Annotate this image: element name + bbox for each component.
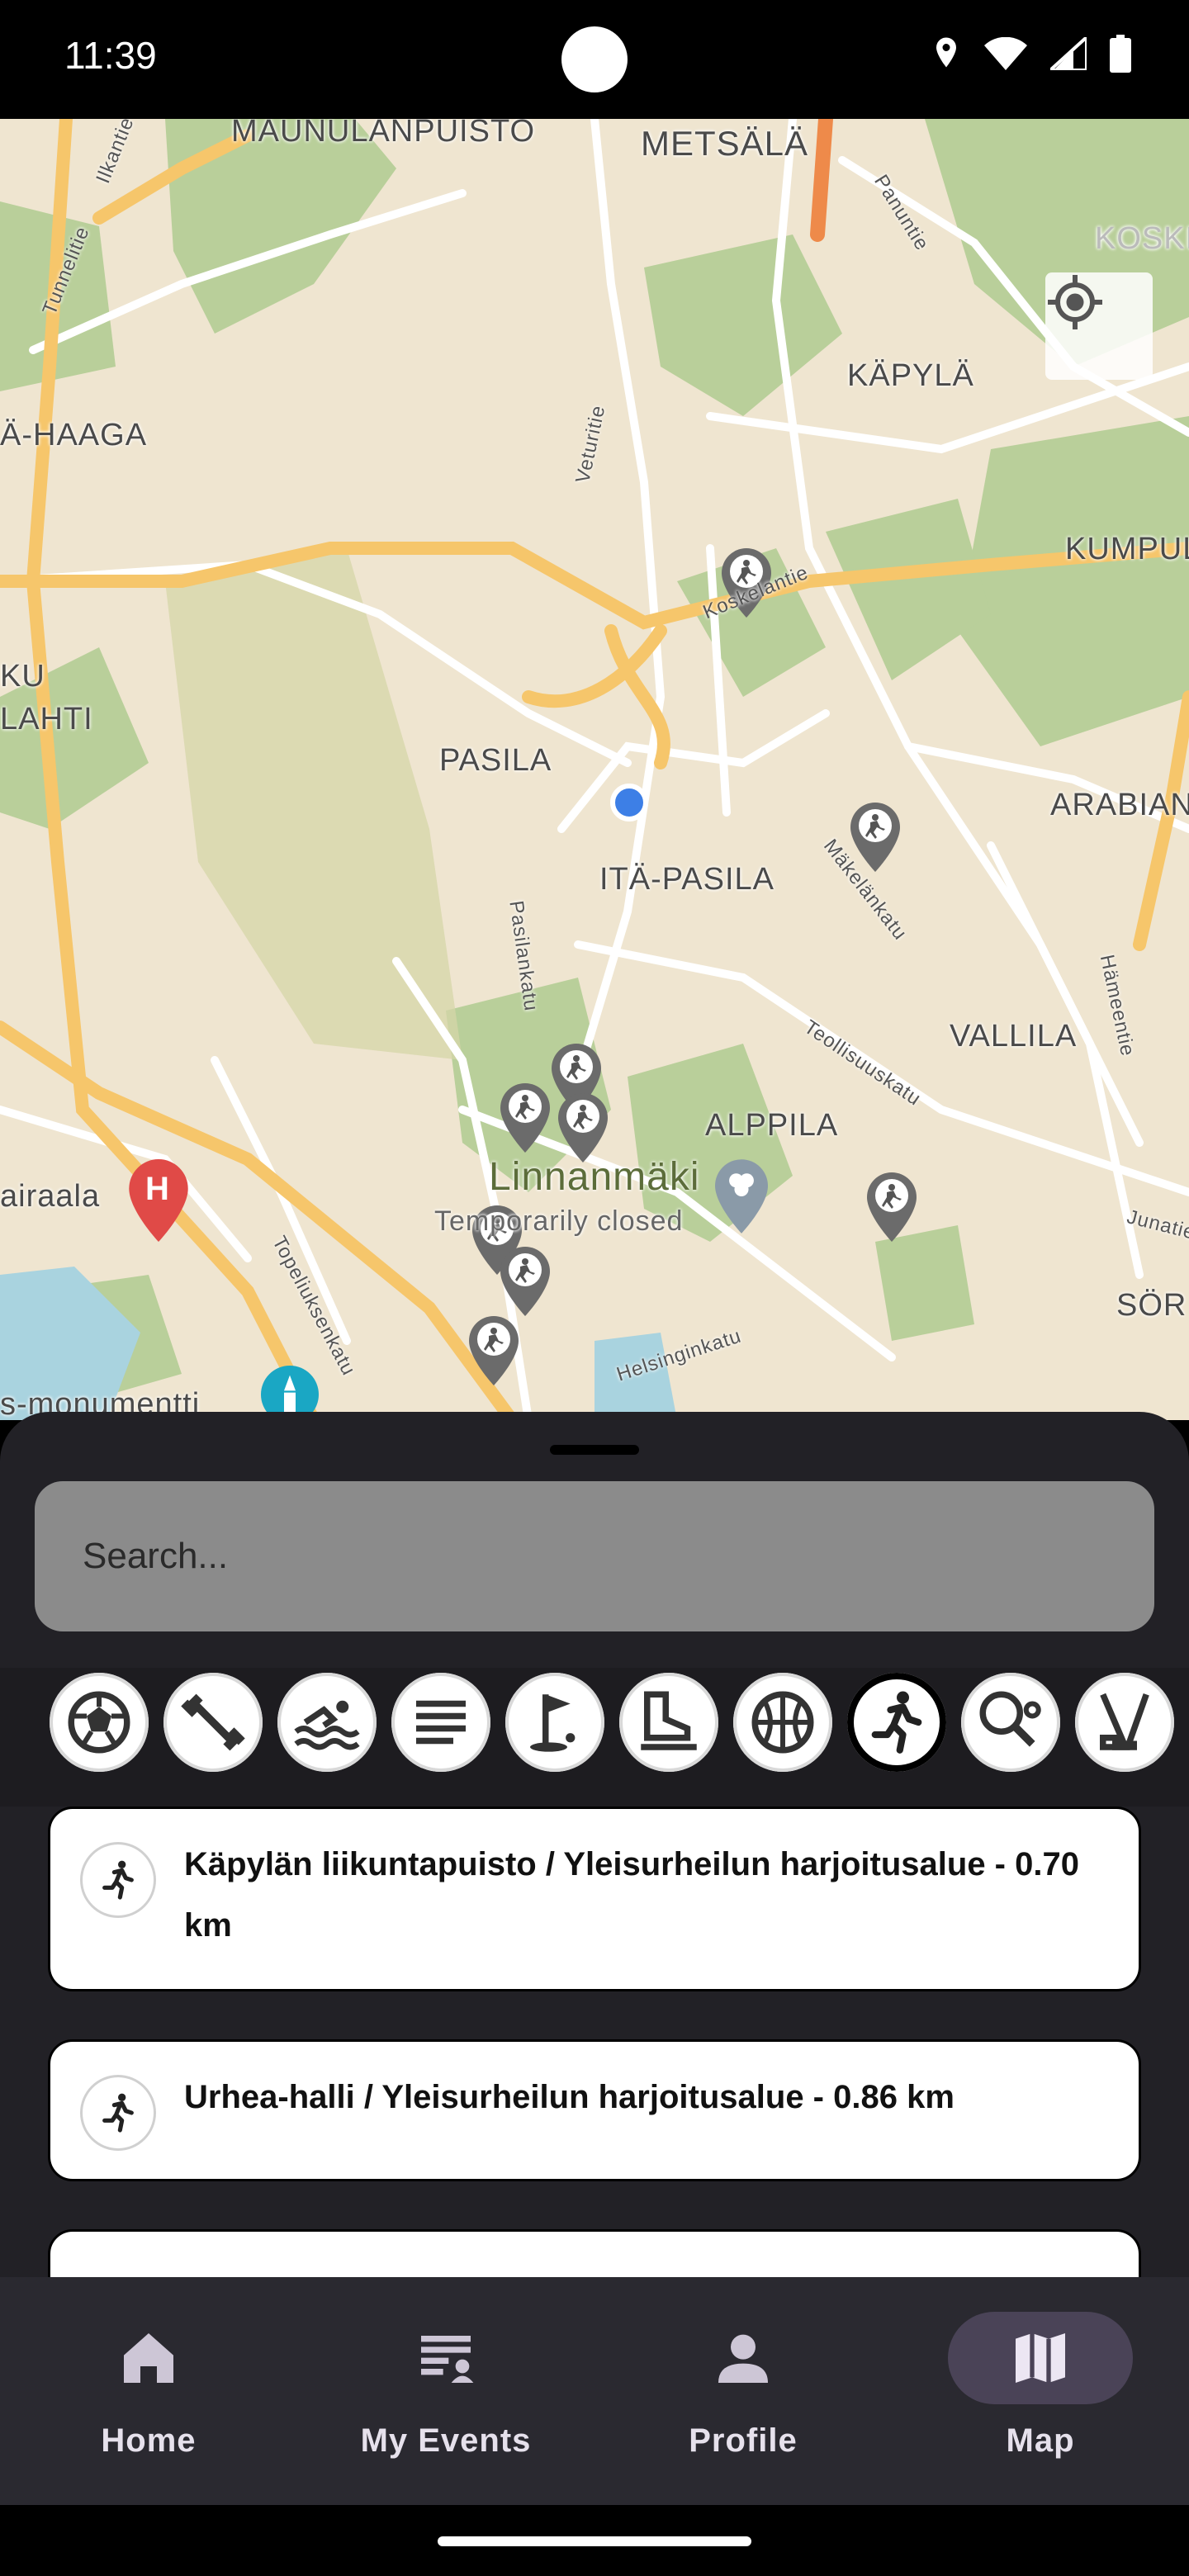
wifi-icon xyxy=(984,37,1027,70)
status-icons xyxy=(931,35,1131,73)
nav-profile[interactable]: Profile xyxy=(594,2277,892,2505)
sheet-drag-handle[interactable] xyxy=(550,1445,639,1455)
status-time: 11:39 xyxy=(64,34,157,77)
my-location-button[interactable] xyxy=(1045,272,1153,380)
label-maunulanpuisto: MAUNULANPUISTO xyxy=(231,119,536,149)
hospital-letter: H xyxy=(145,1171,169,1207)
category-running[interactable] xyxy=(847,1673,946,1772)
central-park xyxy=(165,548,462,1060)
nav-my-events[interactable]: My Events xyxy=(297,2277,594,2505)
nav-my-events-pill xyxy=(353,2312,538,2404)
map-icon xyxy=(1016,2333,1065,2383)
dumbbell-icon xyxy=(181,1693,245,1751)
category-hockey[interactable] xyxy=(1075,1673,1174,1772)
label-haaga: Ä-HAAGA xyxy=(0,418,148,452)
tennis-racket-icon xyxy=(979,1691,1041,1747)
label-pasila: PASILA xyxy=(439,743,552,778)
home-indicator[interactable] xyxy=(438,2536,751,2546)
bottom-sheet[interactable]: Search... Käpylän liikuntapuisto / Yleis… xyxy=(0,1412,1189,2279)
nav-my-events-label: My Events xyxy=(360,2422,532,2459)
label-kapyla: KÄPYLÄ xyxy=(847,358,974,393)
label-ita-pasila: ITÄ-PASILA xyxy=(599,862,775,897)
person-icon xyxy=(718,2334,768,2383)
soccer-ball-icon xyxy=(68,1691,130,1754)
home-icon xyxy=(124,2333,173,2383)
nav-home[interactable]: Home xyxy=(0,2277,297,2505)
ice-skate-icon xyxy=(641,1691,697,1750)
category-soccer[interactable] xyxy=(50,1673,149,1772)
category-basketball[interactable] xyxy=(733,1673,832,1772)
hockey-icon xyxy=(1100,1693,1149,1750)
map-view[interactable]: H MAUNULANPUISTO METSÄLÄ KÄPYLÄ Ä-HAAGA … xyxy=(0,119,1189,1420)
category-swimming[interactable] xyxy=(277,1673,377,1772)
label-linnanmaki: Linnanmäki xyxy=(489,1155,700,1199)
search-placeholder: Search... xyxy=(83,1536,229,1576)
label-koski: KOSKI xyxy=(1095,221,1189,256)
label-sorn: SÖR xyxy=(1116,1288,1187,1323)
label-kumpula: KUMPUL xyxy=(1065,532,1189,566)
category-chips xyxy=(50,1673,1174,1772)
bottom-navigation: Home My Events Profile Map xyxy=(0,2277,1189,2505)
result-icon xyxy=(80,2075,156,2151)
battery-icon xyxy=(1110,35,1131,73)
label-metsala: METSÄLÄ xyxy=(641,124,809,163)
system-home-bar xyxy=(0,2505,1189,2576)
result-card[interactable]: Käpylän liikuntapuisto / Yleisurheilun h… xyxy=(48,1807,1141,1991)
category-golf[interactable] xyxy=(505,1673,604,1772)
category-gym[interactable] xyxy=(163,1673,263,1772)
nav-map-pill xyxy=(948,2312,1133,2404)
label-vallila: VALLILA xyxy=(950,1019,1078,1054)
signal-icon xyxy=(1050,37,1087,70)
label-lahti: LAHTI xyxy=(0,702,93,736)
list-icon xyxy=(416,1700,466,1745)
crosshair-icon xyxy=(1048,275,1102,329)
orange-road xyxy=(810,119,833,242)
category-skating[interactable] xyxy=(619,1673,718,1772)
label-arabia: ARABIAN xyxy=(1050,788,1189,822)
running-icon xyxy=(102,2093,134,2133)
result-title: Käpylän liikuntapuisto / Yleisurheilun h… xyxy=(184,1846,1079,1944)
basketball-icon xyxy=(751,1691,814,1754)
status-bar: 11:39 xyxy=(0,0,1189,119)
result-card-partial[interactable] xyxy=(48,2229,1141,2279)
nav-profile-label: Profile xyxy=(689,2422,798,2459)
location-icon xyxy=(936,37,956,68)
result-icon xyxy=(80,1842,156,1918)
nav-profile-pill xyxy=(651,2312,836,2404)
search-input[interactable]: Search... xyxy=(35,1481,1154,1631)
swimming-icon xyxy=(294,1700,360,1750)
label-temporarily-closed: Temporarily closed xyxy=(434,1205,684,1237)
nav-map[interactable]: Map xyxy=(892,2277,1189,2505)
running-icon xyxy=(871,1691,922,1754)
label-alppila: ALPPILA xyxy=(705,1108,839,1143)
category-tennis[interactable] xyxy=(961,1673,1060,1772)
nav-home-pill xyxy=(56,2312,241,2404)
user-location-dot xyxy=(610,784,648,822)
label-ku: KU xyxy=(0,659,45,694)
nav-home-label: Home xyxy=(101,2422,197,2459)
running-icon xyxy=(102,1860,134,1900)
label-airaala: airaala xyxy=(0,1179,101,1214)
event-list-icon xyxy=(421,2336,474,2383)
golf-icon xyxy=(530,1694,576,1752)
camera-cutout xyxy=(561,26,628,92)
category-all[interactable] xyxy=(391,1673,490,1772)
result-title: Urhea-halli / Yleisurheilun harjoitusalu… xyxy=(184,2079,955,2115)
result-card[interactable]: Urhea-halli / Yleisurheilun harjoitusalu… xyxy=(48,2039,1141,2181)
nav-map-label: Map xyxy=(1006,2422,1075,2459)
